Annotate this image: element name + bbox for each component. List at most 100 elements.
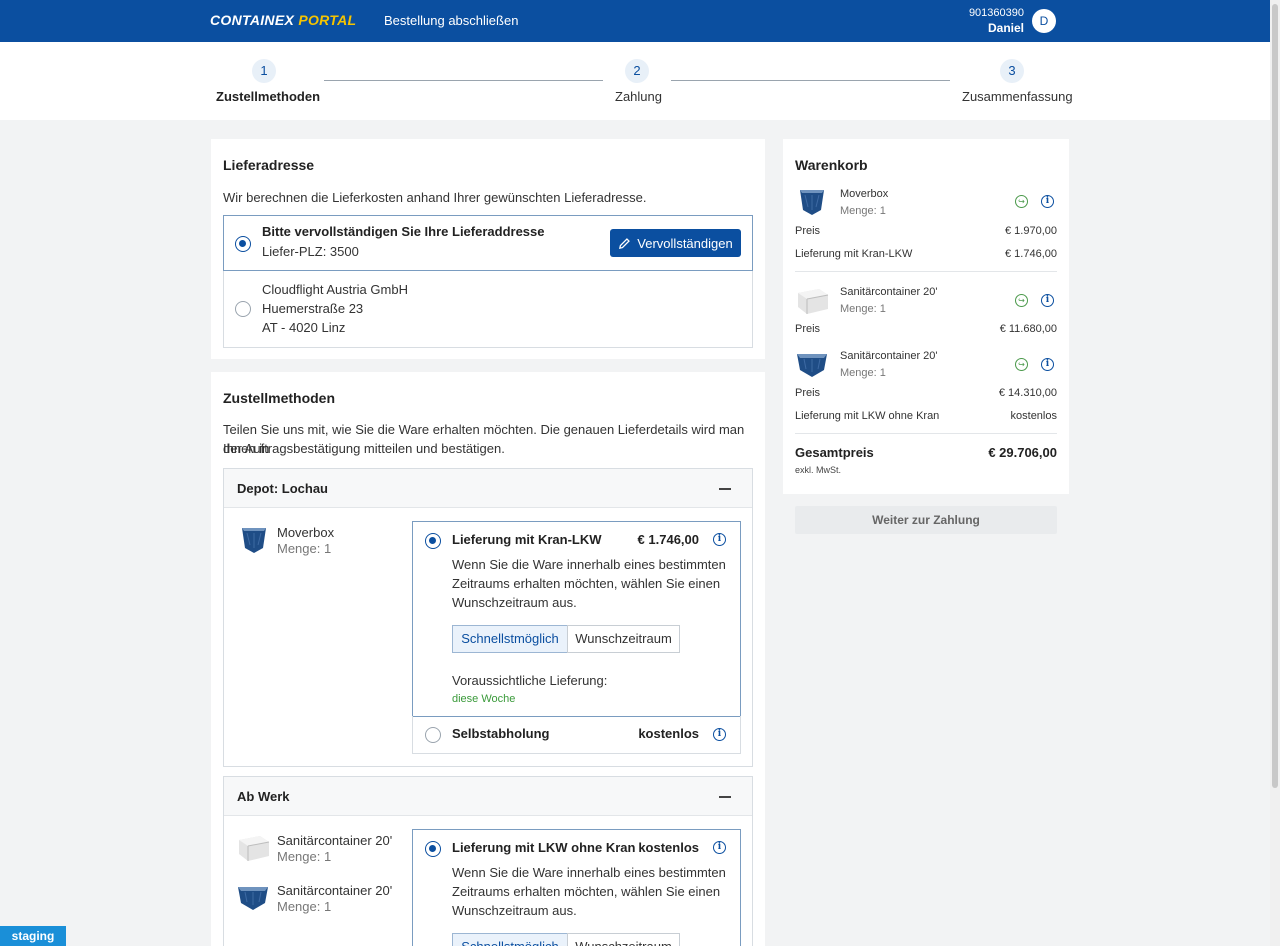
expected-delivery-value: diese Woche: [452, 693, 516, 705]
step-2-number: 2: [625, 59, 649, 83]
address-option-zip: Liefer-PLZ: 3500: [262, 244, 359, 259]
cart-price-label: Preis: [795, 387, 821, 399]
address-card: Lieferadresse Wir berechnen die Lieferko…: [211, 139, 765, 359]
depot-product-qty: Menge: 1: [277, 899, 332, 914]
divider: [795, 433, 1057, 434]
logo[interactable]: CONTAINEX PORTAL: [210, 12, 356, 28]
pickup-title: Selbstabholung: [452, 726, 550, 741]
cart-delivery-label: Lieferung mit Kran-LKW: [795, 248, 913, 260]
container-icon: [242, 528, 266, 553]
cart-delivery-label: Lieferung mit LKW ohne Kran: [795, 410, 940, 422]
eco-delivery-icon[interactable]: ↪: [1015, 195, 1028, 208]
segment-preferred-period[interactable]: Wunschzeitraum: [567, 625, 680, 653]
delivery-option-text3: Wunschzeitraum aus.: [452, 595, 577, 610]
expected-delivery-label: Voraussichtliche Lieferung:: [452, 673, 608, 688]
step-connector: [324, 80, 603, 81]
info-icon[interactable]: i: [713, 533, 726, 546]
container-icon: [797, 354, 827, 377]
cart-card: Warenkorb Moverbox Menge: 1 ↪ i Preis € …: [783, 139, 1069, 494]
address-option-saved[interactable]: Cloudflight Austria GmbH Huemerstraße 23…: [223, 271, 753, 348]
scroll-thumb[interactable]: [1272, 4, 1278, 788]
delivery-option-price: € 1.746,00: [637, 532, 699, 547]
address-option-title: Bitte vervollständigen Sie Ihre Lieferad…: [262, 224, 545, 239]
logo-text-1: CONTAINEX: [210, 12, 295, 28]
depot-product-qty: Menge: 1: [277, 849, 332, 864]
cart-price-label: Preis: [795, 225, 821, 237]
delivery-option-text1: Wenn Sie die Ware innerhalb eines bestim…: [452, 557, 726, 572]
delivery-option-title: Lieferung mit LKW ohne Kran: [452, 840, 636, 855]
step-2-label: Zahlung: [615, 89, 662, 104]
cart-title: Warenkorb: [795, 157, 868, 173]
cart-delivery-value: € 1.746,00: [1005, 248, 1057, 260]
minus-icon[interactable]: [719, 796, 731, 798]
delivery-title: Zustellmethoden: [223, 390, 336, 406]
delivery-option-pickup[interactable]: Selbstabholung kostenlos i: [412, 716, 741, 754]
info-icon[interactable]: i: [713, 841, 726, 854]
address-street: Huemerstraße 23: [262, 301, 364, 316]
delivery-option-text3: Wunschzeitraum aus.: [452, 903, 577, 918]
cart-item-qty: Menge: 1: [840, 205, 886, 217]
segment-fastest[interactable]: Schnellstmöglich: [452, 625, 568, 653]
cart-price-value: € 11.680,00: [999, 323, 1057, 335]
scrollbar[interactable]: [1270, 0, 1280, 946]
delivery-option-crane[interactable]: Lieferung mit Kran-LKW € 1.746,00 i Wenn…: [412, 521, 741, 717]
eco-delivery-icon[interactable]: ↪: [1015, 358, 1028, 371]
info-icon[interactable]: i: [1041, 195, 1054, 208]
cart-price-label: Preis: [795, 323, 821, 335]
cart-total-note: exkl. MwSt.: [795, 465, 842, 475]
address-city: AT - 4020 Linz: [262, 320, 346, 335]
step-3-number: 3: [1000, 59, 1024, 83]
address-description: Wir berechnen die Lieferkosten anhand Ih…: [223, 190, 647, 205]
info-icon[interactable]: i: [1041, 358, 1054, 371]
cart-price-value: € 14.310,00: [998, 387, 1057, 399]
container-icon: [798, 289, 829, 314]
step-3-label: Zusammenfassung: [962, 89, 1073, 104]
container-icon: [800, 190, 824, 215]
depot-title: Depot: Lochau: [237, 481, 328, 496]
cart-item-qty: Menge: 1: [840, 303, 886, 315]
delivery-radio-selected[interactable]: [425, 533, 441, 549]
avatar[interactable]: D: [1032, 9, 1056, 33]
depot-group-factory: Ab Werk Sanitärcontainer 20' Menge: 1 Sa…: [223, 776, 753, 946]
user-name: Daniel: [987, 21, 1024, 35]
depot-product-qty: Menge: 1: [277, 541, 332, 556]
complete-address-button[interactable]: Vervollständigen: [610, 229, 741, 257]
delivery-option-truck[interactable]: Lieferung mit LKW ohne Kran kostenlos i …: [412, 829, 741, 946]
cart-total-label: Gesamtpreis: [795, 445, 874, 460]
address-title: Lieferadresse: [223, 157, 315, 173]
continue-to-payment-button[interactable]: Weiter zur Zahlung: [795, 506, 1057, 534]
pickup-price: kostenlos: [638, 726, 699, 741]
delivery-option-price: kostenlos: [638, 840, 699, 855]
delivery-radio[interactable]: [425, 727, 441, 743]
cart-price-value: € 1.970,00: [1005, 225, 1057, 237]
address-company: Cloudflight Austria GmbH: [262, 282, 408, 297]
info-icon[interactable]: i: [713, 728, 726, 741]
delivery-radio-selected[interactable]: [425, 841, 441, 857]
cart-total-value: € 29.706,00: [988, 445, 1057, 460]
environment-badge: staging: [0, 926, 66, 946]
info-icon[interactable]: i: [1041, 294, 1054, 307]
address-radio-selected[interactable]: [235, 236, 251, 252]
depot-group-lochau: Depot: Lochau Moverbox Menge: 1 Lieferun…: [223, 468, 753, 767]
minus-icon[interactable]: [719, 488, 731, 490]
segment-fastest[interactable]: Schnellstmöglich: [452, 933, 568, 946]
top-bar: CONTAINEX PORTAL Bestellung abschließen …: [0, 0, 1270, 42]
delivery-option-text2: Zeitraums erhalten möchten, wählen Sie e…: [452, 884, 721, 899]
address-radio[interactable]: [235, 301, 251, 317]
page-title: Bestellung abschließen: [384, 13, 519, 28]
delivery-card: Zustellmethoden Teilen Sie uns mit, wie …: [211, 372, 765, 946]
divider: [795, 271, 1057, 272]
step-connector: [671, 80, 950, 81]
address-option-incomplete[interactable]: Bitte vervollständigen Sie Ihre Lieferad…: [223, 215, 753, 271]
depot-header[interactable]: Depot: Lochau: [224, 469, 752, 508]
step-1-label: Zustellmethoden: [216, 89, 321, 104]
delivery-option-text1: Wenn Sie die Ware innerhalb eines bestim…: [452, 865, 726, 880]
delivery-option-text2: Zeitraums erhalten möchten, wählen Sie e…: [452, 576, 721, 591]
container-icon: [238, 887, 268, 910]
step-1-number: 1: [252, 59, 276, 83]
segment-preferred-period[interactable]: Wunschzeitraum: [567, 933, 680, 946]
cart-item-qty: Menge: 1: [840, 367, 886, 379]
eco-delivery-icon[interactable]: ↪: [1015, 294, 1028, 307]
depot-header[interactable]: Ab Werk: [224, 777, 752, 816]
user-number: 901360390: [968, 7, 1024, 19]
